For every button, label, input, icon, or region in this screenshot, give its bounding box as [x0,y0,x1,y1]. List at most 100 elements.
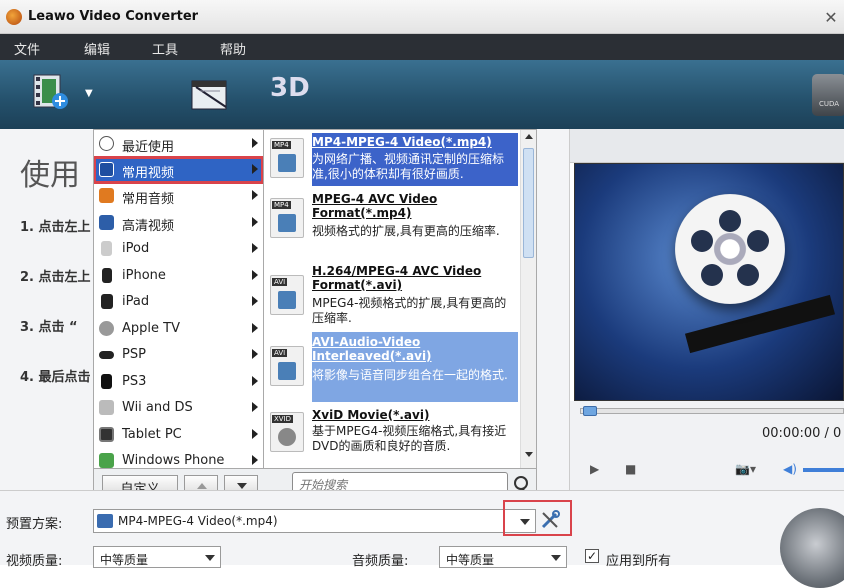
format-name: MPEG-4 AVC Video Format(*.mp4) [312,192,438,220]
category-wii-ds[interactable]: Wii and DS [94,395,263,421]
xvid-format-icon: XVID [270,412,304,452]
settings-wrench-icon[interactable] [540,510,560,530]
category-apple-tv[interactable]: Apple TV [94,316,263,342]
format-tag: XVID [272,415,294,423]
film-icon [99,162,114,177]
stop-icon[interactable]: ■ [625,462,636,476]
wii-icon [99,400,114,415]
window-title: Leawo Video Converter [28,9,199,24]
format-list-scrollbar[interactable] [520,130,536,468]
format-desc: 视频格式的扩展,具有更高的压缩率. [312,224,500,238]
preview-header [570,129,844,163]
category-menu: 最近使用 常用视频 常用音频 高清视频 iPod iPhone iPad App… [93,129,264,469]
category-hd-video[interactable]: 高清视频 [94,210,263,236]
cuda-icon: CUDA [812,74,844,116]
title-bar: Leawo Video Converter ✕ [0,0,844,34]
play-icon[interactable]: ▶ [590,462,599,476]
guide-step-4: 4. 最后点击 [20,370,91,385]
category-label: Wii and DS [122,400,193,415]
guide-step-3: 3. 点击 “ [20,320,78,335]
chevron-down-icon [205,555,215,561]
category-tablet-pc[interactable]: Tablet PC [94,422,263,448]
category-label: 常用视频 [122,166,175,181]
3d-effect-icon[interactable]: 3D [270,73,310,113]
ipod-icon [101,241,112,256]
add-video-dropdown-icon[interactable]: ▼ [85,88,93,99]
video-preview [574,163,844,401]
hd-icon [99,215,114,230]
snapshot-icon[interactable]: 📷▾ [735,462,756,476]
format-tag: MP4 [272,201,291,209]
audio-quality-label: 音频质量: [352,554,409,569]
close-icon[interactable]: ✕ [818,8,844,28]
seek-bar[interactable] [580,408,844,414]
category-label: Tablet PC [122,427,182,442]
apply-all-checkbox[interactable]: ✓ [585,549,599,563]
category-common-audio[interactable]: 常用音频 [94,183,263,209]
submenu-arrow-icon [252,402,258,412]
submenu-arrow-icon [252,455,258,465]
format-desc: 将影像与语音同步组合在一起的格式. [312,368,508,382]
category-label: 常用音频 [122,192,175,207]
volume-icon[interactable]: ◀) [783,462,797,476]
submenu-arrow-icon [252,138,258,148]
phone-icon [99,453,114,468]
menu-help[interactable]: 帮助 [220,39,246,58]
submenu-arrow-icon [252,429,258,439]
guide-step-2: 2. 点击左上 [20,270,91,285]
volume-slider[interactable] [803,468,844,472]
menu-tools[interactable]: 工具 [152,39,178,58]
convert-button[interactable] [780,508,844,588]
avi-format-icon: AVI [270,275,304,315]
scroll-thumb[interactable] [523,148,534,258]
video-quality-value: 中等质量 [100,553,149,567]
scroll-up-icon[interactable] [525,134,533,139]
submenu-arrow-icon [252,190,258,200]
format-name: H.264/MPEG-4 AVC Video Format(*.avi) [312,264,482,292]
submenu-arrow-icon [252,270,258,280]
ps3-icon [101,374,112,389]
chevron-down-icon [551,555,561,561]
submenu-arrow-icon [252,296,258,306]
category-windows-phone[interactable]: Windows Phone [94,448,263,468]
category-ps3[interactable]: PS3 [94,369,263,395]
format-list: MP4 MP4-MPEG-4 Video(*.mp4) 为网络广播、视频通讯定制… [264,129,537,469]
psp-icon [99,351,114,359]
edit-video-icon[interactable] [190,73,230,113]
preset-select[interactable]: MP4-MPEG-4 Video(*.mp4) [93,509,536,533]
category-ipod[interactable]: iPod [94,236,263,262]
apple-icon [99,321,114,336]
player-controls-area [570,401,844,490]
highlight-frame [503,500,572,536]
category-ipad[interactable]: iPad [94,289,263,315]
preset-value: MP4-MPEG-4 Video(*.mp4) [118,514,278,528]
format-desc: MPEG4-视频格式的扩展,具有更高的压缩率. [312,296,507,325]
category-label: Apple TV [122,321,180,336]
film-reel-icon [675,194,785,304]
seek-thumb[interactable] [583,406,597,416]
audio-quality-value: 中等质量 [446,553,495,567]
category-label: iPad [122,294,150,309]
ipad-icon [101,294,113,309]
submenu-arrow-icon [252,323,258,333]
search-icon[interactable] [514,476,528,490]
menu-edit[interactable]: 编辑 [84,39,110,58]
category-label: Windows Phone [122,453,225,468]
add-video-icon[interactable] [32,73,70,111]
category-psp[interactable]: PSP [94,342,263,368]
toolbar: ▼ 3D CUDA [0,60,844,129]
category-label: iPod [122,241,150,256]
format-name: AVI-Audio-Video Interleaved(*.avi) [312,335,432,363]
submenu-arrow-icon [252,243,258,253]
menu-file[interactable]: 文件 [14,39,40,58]
category-label: iPhone [122,268,166,283]
category-label: 最近使用 [122,140,175,155]
category-recent[interactable]: 最近使用 [94,131,263,157]
apply-all-label: 应用到所有 [606,554,672,569]
film-icon [97,514,113,528]
mp4-format-icon: MP4 [270,198,304,238]
category-common-video[interactable]: 常用视频 [94,156,263,184]
arrow-down-icon [237,483,247,489]
category-iphone[interactable]: iPhone [94,263,263,289]
scroll-down-icon[interactable] [525,452,533,457]
